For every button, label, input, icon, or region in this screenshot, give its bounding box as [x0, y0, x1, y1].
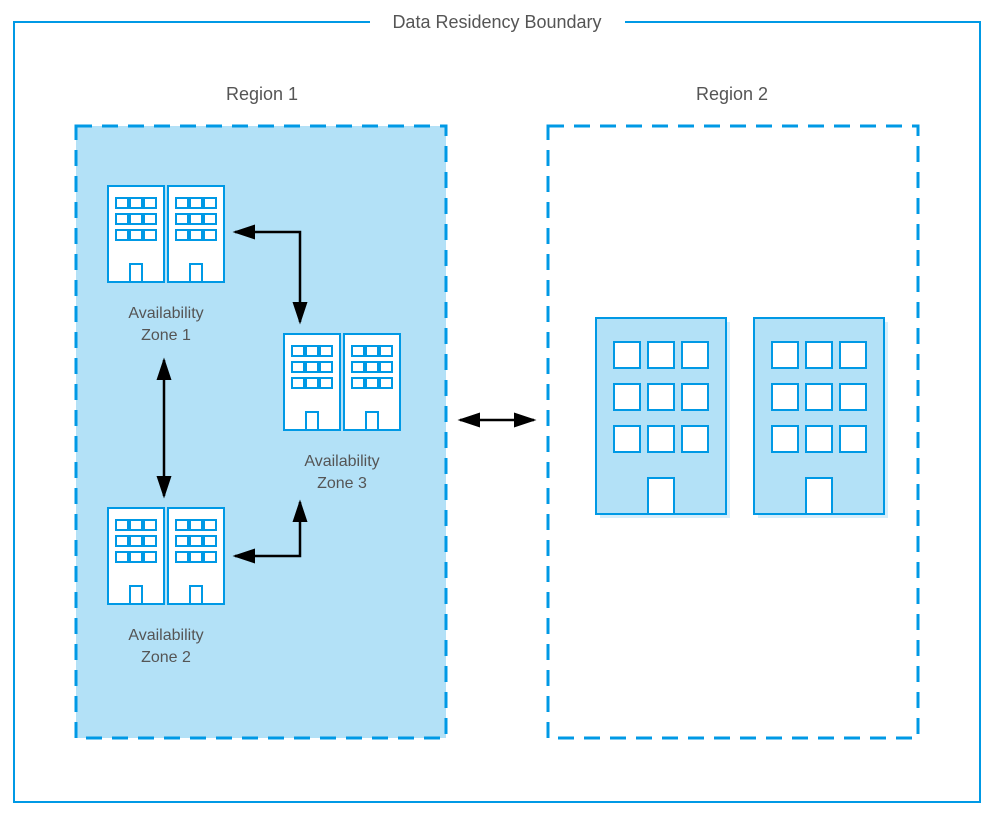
boundary-title: Data Residency Boundary [392, 12, 601, 32]
region2-title: Region 2 [696, 84, 768, 104]
zone2-label-line2: Zone 2 [141, 649, 191, 666]
zone3-label-line2: Zone 3 [317, 475, 367, 492]
zone3-label-line1: Availability [304, 453, 379, 470]
diagram-canvas: Data Residency Boundary Region 1 Availab… [0, 0, 995, 815]
region2-datacenter-2-icon [754, 318, 888, 518]
zone1-label-line1: Availability [128, 305, 203, 322]
region1-title: Region 1 [226, 84, 298, 104]
zone2-label-line1: Availability [128, 627, 203, 644]
zone1-label-line2: Zone 1 [141, 327, 191, 344]
region2-datacenter-1-icon [596, 318, 730, 518]
